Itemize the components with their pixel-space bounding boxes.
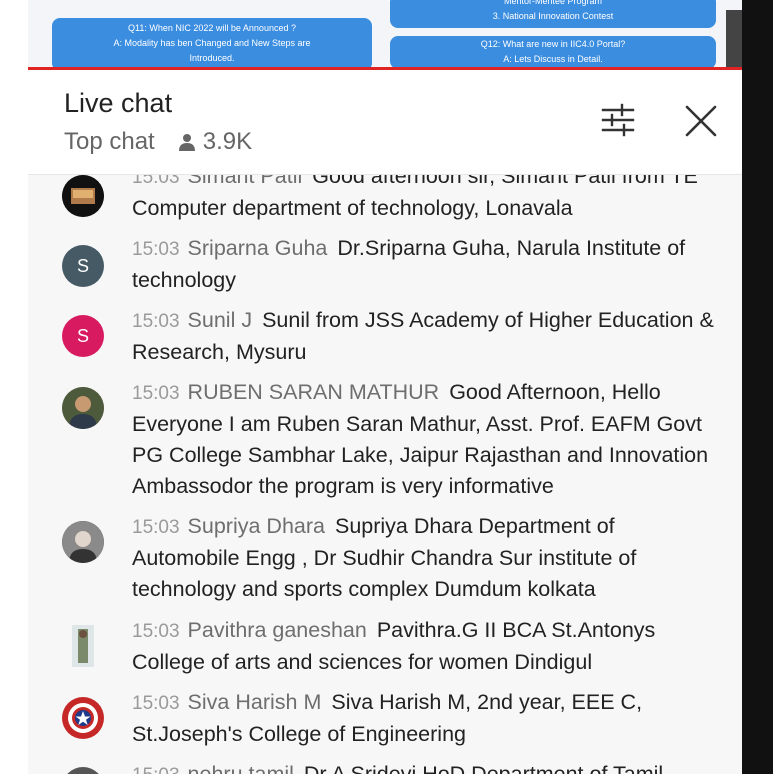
avatar-photo-icon	[62, 521, 104, 563]
author-name[interactable]: Simant Patil	[188, 175, 303, 188]
chat-message-list[interactable]: 15:03 Simant Patil Good afternoon sir, Sim…	[28, 175, 742, 774]
message-text: 15:03 Siva Harish M Siva Harish M, 2nd yea…	[132, 687, 722, 750]
timestamp: 15:03	[132, 239, 180, 260]
author-name[interactable]: Pavithra ganeshan	[188, 618, 367, 642]
avatar[interactable]	[62, 175, 104, 217]
timestamp: 15:03	[132, 517, 180, 538]
avatar[interactable]	[62, 387, 104, 429]
message-text: 15:03 nehru tamil Dr A Sridevi HoD Departm…	[132, 759, 722, 774]
avatar-letter: S	[76, 255, 89, 276]
close-icon[interactable]	[684, 104, 718, 138]
video-area[interactable]: Q11: When NIC 2022 will be Announced ? A…	[28, 0, 742, 71]
avatar-photo-icon	[72, 625, 94, 667]
question-box-right: Q12: What are new in IIC4.0 Portal? A: L…	[390, 36, 716, 69]
question-line: Q12: What are new in IIC4.0 Portal?	[480, 39, 626, 49]
message-body: Dr A Sridevi HoD Department of Tamil	[303, 762, 664, 774]
video-side-tab	[726, 10, 742, 68]
answer-line: Introduced.	[189, 53, 235, 63]
question-box-left: Q11: When NIC 2022 will be Announced ? A…	[52, 18, 372, 71]
timestamp: 15:03	[132, 693, 180, 714]
avatar[interactable]	[62, 697, 104, 739]
message-text: 15:03 Sunil J Sunil from JSS Academy of Hi…	[132, 305, 722, 368]
right-margin	[742, 0, 773, 774]
chat-mode-selector[interactable]: Top chat 3.9K	[64, 128, 252, 156]
answer-line: A: Modality has ben Changed and New Step…	[113, 38, 311, 48]
question-line: Q11: When NIC 2022 will be Announced ?	[128, 23, 296, 33]
chat-mode-label: Top chat	[64, 128, 155, 155]
message-text: 15:03 Supriya Dhara Supriya Dhara Departme…	[132, 511, 722, 605]
chat-title: Live chat	[64, 88, 173, 118]
live-chat-panel: Q11: When NIC 2022 will be Announced ? A…	[28, 0, 742, 774]
viewer-count: 3.9K	[177, 128, 252, 156]
chat-header: Live chat Top chat 3.9K	[28, 70, 742, 175]
author-name[interactable]: Supriya Dhara	[188, 514, 325, 538]
viewer-count-value: 3.9K	[202, 128, 253, 155]
timestamp: 15:03	[132, 383, 180, 404]
timestamp: 15:03	[132, 765, 180, 774]
left-margin	[0, 0, 28, 774]
avatar[interactable]	[62, 767, 104, 774]
message-text: 15:03 Simant Patil Good afternoon sir, Sim…	[132, 175, 722, 224]
filter-icon[interactable]	[600, 102, 636, 138]
author-name[interactable]: RUBEN SARAN MATHUR	[188, 380, 440, 404]
timestamp: 15:03	[132, 621, 180, 642]
info-box-right: Mentor-Mentee Program 3. National Innova…	[390, 0, 716, 28]
author-name[interactable]: Sriparna Guha	[188, 236, 328, 260]
timestamp: 15:03	[132, 311, 180, 332]
shield-icon	[63, 698, 103, 738]
avatar-photo-icon	[62, 387, 104, 429]
info-line: 3. National Innovation Contest	[492, 11, 614, 21]
author-name[interactable]: Siva Harish M	[188, 690, 322, 714]
message-text: 15:03 Sriparna Guha Dr.Sriparna Guha, Naru…	[132, 233, 722, 296]
avatar[interactable]	[72, 625, 94, 667]
author-name[interactable]: Sunil J	[188, 308, 253, 332]
avatar[interactable]: S	[62, 315, 104, 357]
message-text: 15:03 Pavithra ganeshan Pavithra.G II BCA …	[132, 615, 722, 678]
avatar[interactable]: S	[62, 245, 104, 287]
info-line: Mentor-Mentee Program	[503, 0, 603, 6]
timestamp: 15:03	[132, 175, 180, 188]
answer-line: A: Lets Discuss in Detail.	[503, 54, 603, 64]
person-icon	[178, 134, 195, 151]
author-name[interactable]: nehru tamil	[188, 762, 294, 774]
avatar-letter: S	[76, 325, 89, 346]
avatar-photo-icon	[62, 175, 104, 217]
message-text: 15:03 RUBEN SARAN MATHUR Good Afternoon, H…	[132, 377, 722, 502]
avatar[interactable]	[62, 521, 104, 563]
